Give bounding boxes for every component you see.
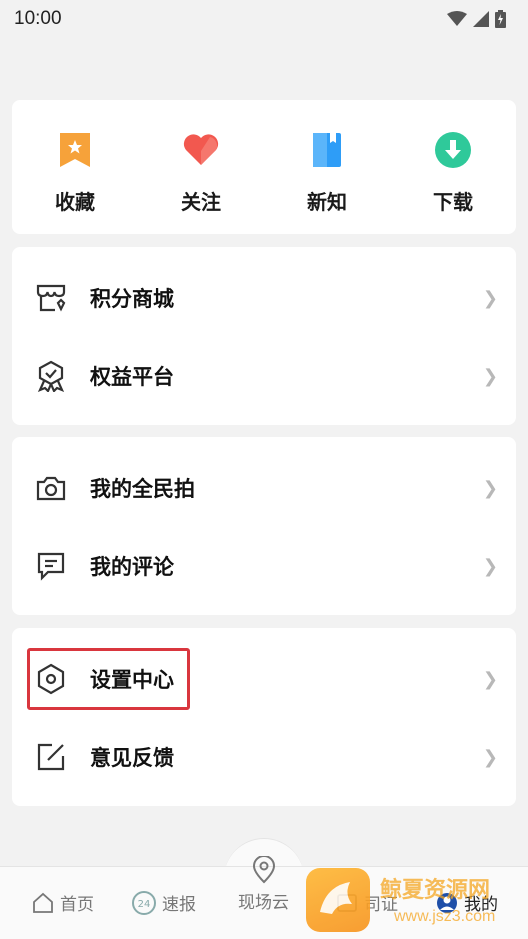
heart-icon <box>181 130 221 170</box>
menu-item-label: 我的评论 <box>90 555 174 579</box>
menu-item-label: 权益平台 <box>90 365 174 389</box>
camera-icon <box>34 471 68 505</box>
edit-icon <box>34 740 68 774</box>
tab-license[interactable]: 司证 <box>336 890 398 915</box>
tab-label: 司证 <box>364 895 398 915</box>
battery-icon <box>495 10 506 28</box>
chevron-right-icon: ❯ <box>482 287 498 309</box>
status-time: 10:00 <box>14 8 62 29</box>
tab-home[interactable]: 首页 <box>32 890 94 915</box>
chevron-right-icon: ❯ <box>482 365 498 387</box>
bookmark-star-icon <box>55 130 95 170</box>
menu-item-points-mall[interactable]: 积分商城 ❯ <box>12 270 516 326</box>
menu-item-label: 设置中心 <box>90 668 174 692</box>
quick-action-label: 收藏 <box>55 190 95 214</box>
chevron-right-icon: ❯ <box>482 746 498 768</box>
menu-item-label: 积分商城 <box>90 287 174 311</box>
menu-item-feedback[interactable]: 意见反馈 ❯ <box>12 729 516 785</box>
menu-group-rewards: 积分商城 ❯ 权益平台 ❯ <box>12 247 516 425</box>
menu-item-settings-center[interactable]: 设置中心 ❯ <box>12 651 516 707</box>
menu-item-benefits-platform[interactable]: 权益平台 ❯ <box>12 348 516 404</box>
svg-text:24: 24 <box>138 899 151 910</box>
location-pin-icon <box>252 856 275 884</box>
shop-icon <box>34 281 68 315</box>
status-icons <box>447 10 506 28</box>
tab-label: 我的 <box>464 895 498 915</box>
license-icon <box>337 893 357 912</box>
download-icon <box>433 130 473 170</box>
menu-item-my-snapshots[interactable]: 我的全民拍 ❯ <box>12 460 516 516</box>
user-icon <box>437 892 457 913</box>
quick-actions-card: 收藏 关注 新知 下载 <box>12 100 516 234</box>
book-icon <box>307 130 347 170</box>
menu-item-label: 我的全民拍 <box>90 477 195 501</box>
quick-action-label: 新知 <box>307 190 347 214</box>
signal-icon <box>473 11 489 27</box>
hexagon-settings-icon <box>34 662 68 696</box>
quick-action-favorites[interactable]: 收藏 <box>12 100 138 234</box>
comment-icon <box>34 549 68 583</box>
chevron-right-icon: ❯ <box>482 668 498 690</box>
quick-action-label: 下载 <box>433 190 473 214</box>
chevron-right-icon: ❯ <box>482 477 498 499</box>
quick-action-label: 关注 <box>181 190 221 214</box>
quick-action-download[interactable]: 下载 <box>390 100 516 234</box>
tab-mine[interactable]: 我的 <box>436 890 498 915</box>
status-bar: 10:00 <box>0 0 528 38</box>
home-icon <box>33 892 53 913</box>
quick-action-follow[interactable]: 关注 <box>138 100 264 234</box>
tab-label: 首页 <box>60 895 94 915</box>
tab-news[interactable]: 24 速报 <box>132 890 196 915</box>
badge-icon <box>34 359 68 393</box>
wifi-icon <box>447 11 467 26</box>
chevron-right-icon: ❯ <box>482 555 498 577</box>
tab-label: 现场云 <box>238 893 289 913</box>
menu-group-mine: 我的全民拍 ❯ 我的评论 ❯ <box>12 437 516 615</box>
news-icon: 24 <box>132 890 156 915</box>
menu-item-label: 意见反馈 <box>90 746 174 770</box>
quick-action-new-knowledge[interactable]: 新知 <box>264 100 390 234</box>
menu-group-settings: 设置中心 ❯ 意见反馈 ❯ <box>12 628 516 806</box>
menu-item-my-comments[interactable]: 我的评论 ❯ <box>12 538 516 594</box>
tab-scene-cloud[interactable]: 现场云 <box>238 856 289 913</box>
tab-label: 速报 <box>162 895 196 915</box>
